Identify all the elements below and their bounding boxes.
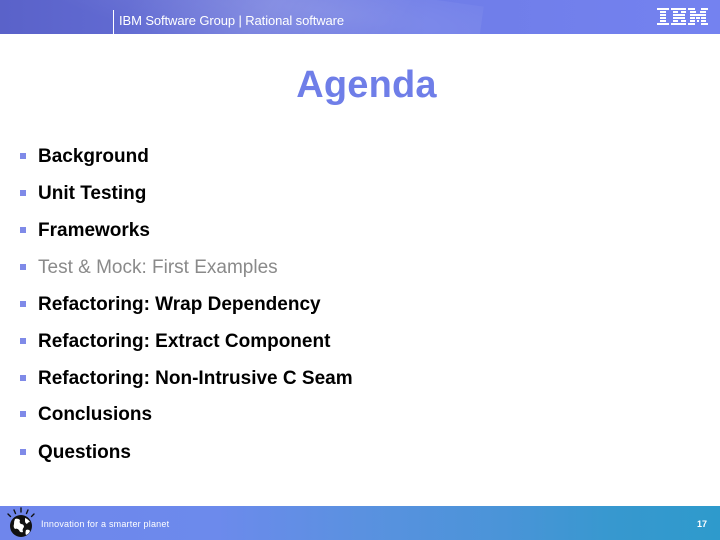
- agenda-item-label: Refactoring: Wrap Dependency: [38, 294, 321, 315]
- square-bullet-icon: [20, 264, 26, 270]
- square-bullet-icon: [20, 227, 26, 233]
- header-title: IBM Software Group | Rational software: [119, 13, 345, 28]
- slide-title: Agenda: [296, 64, 437, 106]
- square-bullet-icon: [20, 411, 26, 417]
- square-bullet-icon: [20, 338, 26, 344]
- square-bullet-icon: [20, 190, 26, 196]
- agenda-item-label: Background: [38, 146, 149, 167]
- page-number: 17: [696, 519, 707, 529]
- header-band: [0, 0, 720, 34]
- slide: IBM Software Group | Rational software A…: [0, 0, 720, 540]
- square-bullet-icon: [20, 449, 26, 455]
- smarter-planet-globe-icon: [7, 507, 35, 537]
- agenda-item-label: Unit Testing: [38, 183, 147, 204]
- square-bullet-icon: [20, 153, 26, 159]
- agenda-item-label: Refactoring: Extract Component: [38, 331, 331, 352]
- square-bullet-icon: [20, 375, 26, 381]
- agenda-item-label: Questions: [38, 442, 131, 463]
- footer-tagline: Innovation for a smarter planet: [41, 519, 170, 529]
- agenda-item-label: Test & Mock: First Examples: [38, 257, 278, 278]
- agenda-item-label: Frameworks: [38, 220, 150, 241]
- square-bullet-icon: [20, 301, 26, 307]
- ibm-logo-icon: [657, 8, 708, 25]
- agenda-item-label: Refactoring: Non-Intrusive C Seam: [38, 368, 353, 389]
- agenda-item-label: Conclusions: [38, 404, 153, 425]
- header-divider: [113, 10, 114, 34]
